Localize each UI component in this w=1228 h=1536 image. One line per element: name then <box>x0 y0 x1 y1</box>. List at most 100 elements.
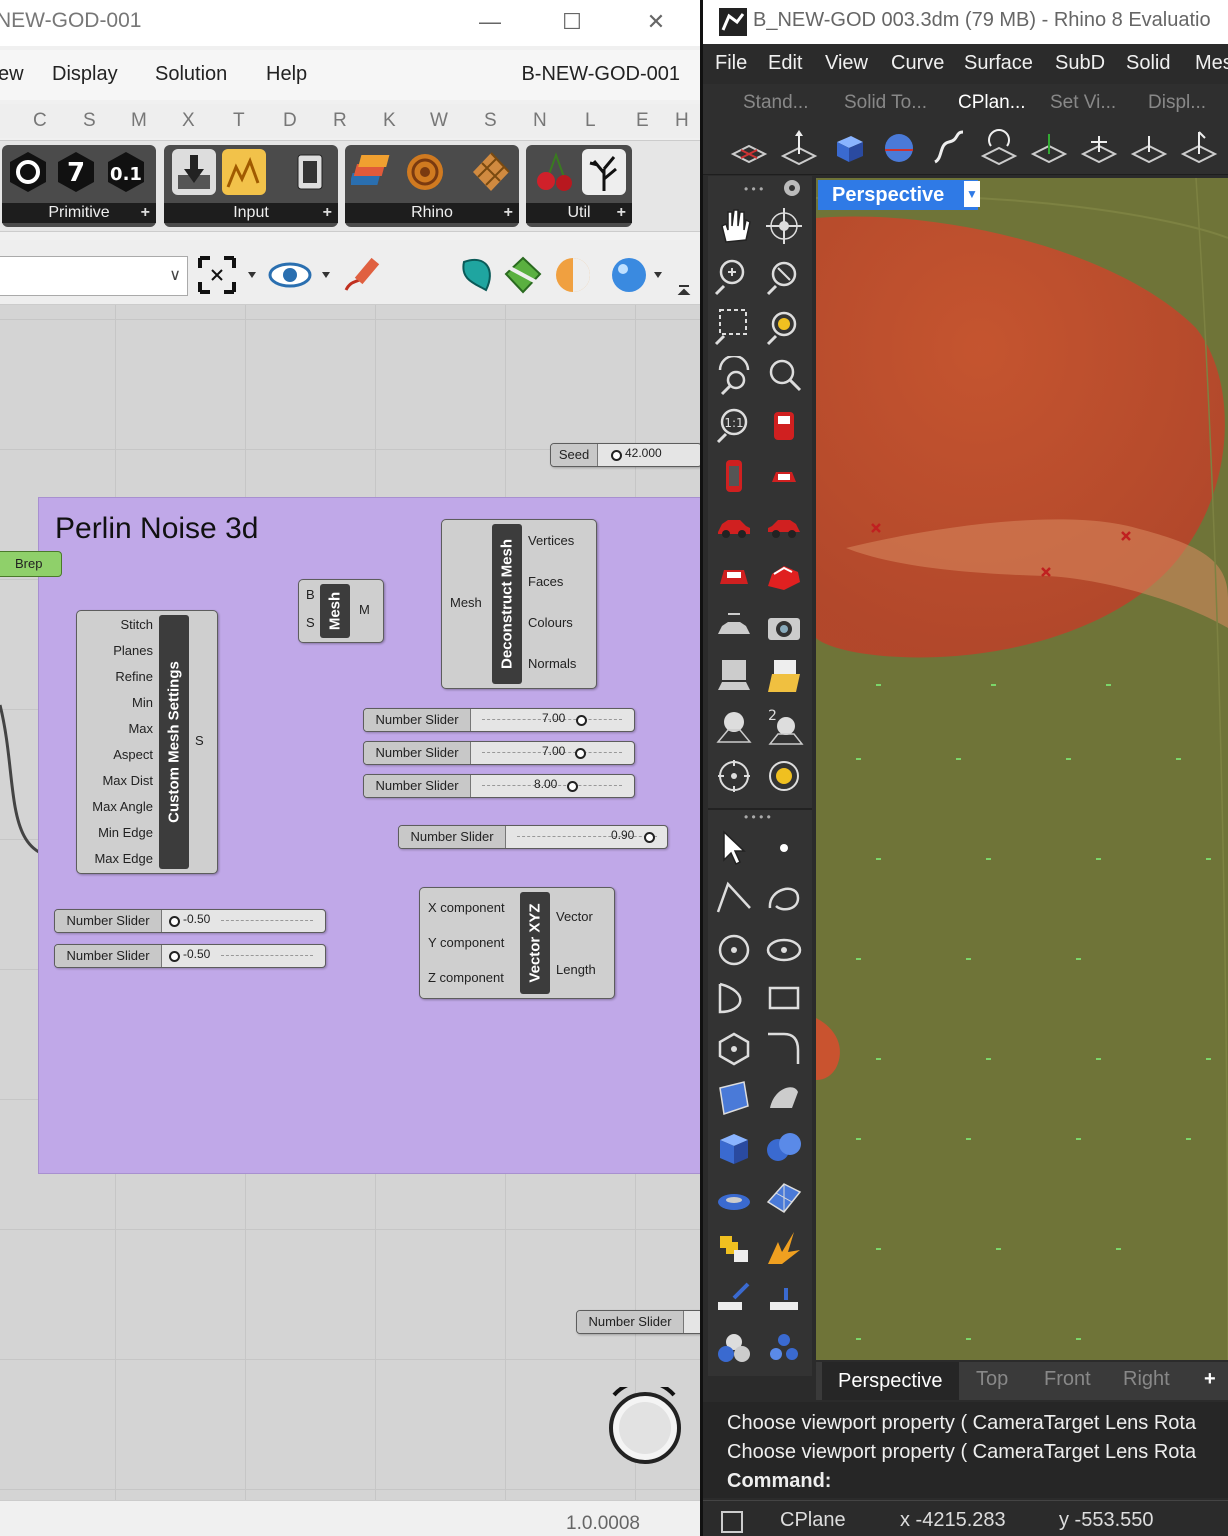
dimension-icon[interactable] <box>714 1278 754 1318</box>
target-yellow-icon[interactable] <box>764 756 804 796</box>
zoom-1to1-icon[interactable]: 1:1 <box>714 406 754 446</box>
integer-param-icon[interactable]: 7 <box>54 149 98 195</box>
menu-mesh[interactable]: Mes <box>1195 52 1228 75</box>
minimize-button[interactable]: — <box>470 8 510 36</box>
menu-display[interactable]: Display <box>52 63 118 86</box>
tab-l[interactable]: L <box>585 110 596 132</box>
car-back-icon[interactable] <box>764 456 804 496</box>
command-prompt[interactable]: Command: <box>727 1470 831 1493</box>
preview-eye-icon[interactable] <box>268 254 330 296</box>
save-view-icon[interactable] <box>714 656 754 696</box>
menu-view[interactable]: ew <box>0 63 24 86</box>
slider-knob[interactable] <box>169 916 180 927</box>
toolbar-tab-display[interactable]: Displ... <box>1148 92 1206 114</box>
menu-edit[interactable]: Edit <box>768 52 802 75</box>
camera-icon[interactable] <box>764 606 804 646</box>
gear-icon[interactable] <box>782 178 802 203</box>
toolbar-tab-solid-tools[interactable]: Solid To... <box>844 92 927 114</box>
ribbon-label-input[interactable]: Input <box>164 203 338 223</box>
circle-icon[interactable] <box>714 928 754 968</box>
car-perspective-icon[interactable] <box>764 556 804 596</box>
rotate-view-icon[interactable] <box>764 206 804 246</box>
text-dimension-icon[interactable] <box>764 1278 804 1318</box>
gh-canvas[interactable]: Seed 42.000 Perlin Noise 3d Brep B S Mes… <box>0 305 700 1500</box>
fillet-icon[interactable] <box>764 1028 804 1068</box>
select-arrow-icon[interactable] <box>714 828 754 868</box>
cplane-object-icon[interactable] <box>829 128 869 168</box>
tab-h[interactable]: H <box>675 110 689 132</box>
tab-e[interactable]: E <box>636 110 649 132</box>
green-material-icon[interactable] <box>502 254 544 296</box>
tree-icon[interactable] <box>582 149 626 195</box>
add-viewport-button[interactable]: + <box>1204 1368 1216 1391</box>
cplane-right-icon[interactable] <box>1179 128 1219 168</box>
number-slider[interactable]: Number Slider 7.00 <box>363 741 635 765</box>
drag-handle-icon[interactable]: • • • <box>744 182 763 196</box>
cplane-world-icon[interactable] <box>1029 128 1069 168</box>
explode-burst-icon[interactable] <box>764 1228 804 1268</box>
tab-s[interactable]: S <box>83 110 96 132</box>
slider-knob[interactable] <box>169 951 180 962</box>
slider-knob[interactable] <box>567 781 578 792</box>
extrude-surface-icon[interactable] <box>764 1078 804 1118</box>
car-top-icon[interactable] <box>714 456 754 496</box>
tab-t[interactable]: T <box>233 110 245 132</box>
zoom-target-icon[interactable] <box>764 356 804 396</box>
car-left-icon[interactable] <box>714 506 754 546</box>
brep-param[interactable]: Brep <box>0 551 62 577</box>
tab-c[interactable]: C <box>33 110 47 132</box>
ellipse-icon[interactable] <box>764 928 804 968</box>
gh-file-dropdown[interactable]: ∨ <box>0 256 188 296</box>
menu-surface[interactable]: Surface <box>964 52 1033 75</box>
slider-knob[interactable] <box>575 748 586 759</box>
ribbon-label-util[interactable]: Util <box>526 203 632 223</box>
material-sphere-icon[interactable] <box>552 254 594 296</box>
spiral-icon[interactable] <box>403 149 447 195</box>
panel-toggle-icon[interactable] <box>721 1511 743 1533</box>
custom-mesh-settings-component[interactable]: Stitch Planes Refine Min Max Aspect Max … <box>76 610 218 874</box>
cplane-curve-icon[interactable] <box>929 128 969 168</box>
point-icon[interactable] <box>764 828 804 868</box>
ribbon-label-rhino[interactable]: Rhino <box>345 203 519 223</box>
pan-hand-icon[interactable] <box>714 206 754 246</box>
layers-icon[interactable] <box>349 149 395 195</box>
navigation-compass-icon[interactable] <box>604 1379 686 1469</box>
box-icon[interactable] <box>714 1128 754 1168</box>
two-point-light-icon[interactable]: 2 <box>764 706 804 746</box>
cplane-rotate-icon[interactable] <box>979 128 1019 168</box>
seed-slider[interactable]: Seed 42.000 <box>550 443 700 467</box>
zoom-extents-icon[interactable] <box>764 256 804 296</box>
tab-s2[interactable]: S <box>484 110 497 132</box>
maximize-button[interactable]: ☐ <box>552 8 592 36</box>
viewport-tab-right[interactable]: Right <box>1123 1368 1170 1391</box>
menu-subd[interactable]: SubD <box>1055 52 1105 75</box>
car-front-red-icon[interactable] <box>764 406 804 446</box>
boolean-union-icon[interactable] <box>764 1128 804 1168</box>
viewport-tab-front[interactable]: Front <box>1044 1368 1091 1391</box>
menu-help[interactable]: Help <box>266 63 307 86</box>
number-slider[interactable]: Number Slider -0.50 <box>54 944 326 968</box>
tab-r[interactable]: R <box>333 110 347 132</box>
curve-icon[interactable] <box>764 878 804 918</box>
tab-d[interactable]: D <box>283 110 297 132</box>
zoom-selected-icon[interactable] <box>764 306 804 346</box>
number-slider[interactable]: Number Slider 7.00 <box>363 708 635 732</box>
cherry-icon[interactable] <box>532 149 576 195</box>
bake-shape-icon[interactable] <box>456 254 498 296</box>
explode-puzzle-icon[interactable] <box>714 1228 754 1268</box>
arc-icon[interactable] <box>714 978 754 1018</box>
spot-light-icon[interactable] <box>714 706 754 746</box>
graph-mapper-icon[interactable] <box>222 149 266 195</box>
menu-solution[interactable]: Solution <box>155 63 227 86</box>
menu-curve[interactable]: Curve <box>891 52 944 75</box>
undo-view-icon[interactable] <box>714 354 754 396</box>
slider-knob[interactable] <box>644 832 655 843</box>
restore-view-icon[interactable] <box>764 656 804 696</box>
waffle-icon[interactable] <box>469 149 513 195</box>
zoom-dynamic-icon[interactable] <box>714 256 754 296</box>
car-camera-icon[interactable] <box>714 606 754 646</box>
close-button[interactable]: ✕ <box>636 8 676 36</box>
drag-handle-icon[interactable]: • • • • <box>744 810 771 824</box>
tab-x[interactable]: X <box>182 110 195 132</box>
display-color-icon[interactable] <box>714 1328 754 1368</box>
